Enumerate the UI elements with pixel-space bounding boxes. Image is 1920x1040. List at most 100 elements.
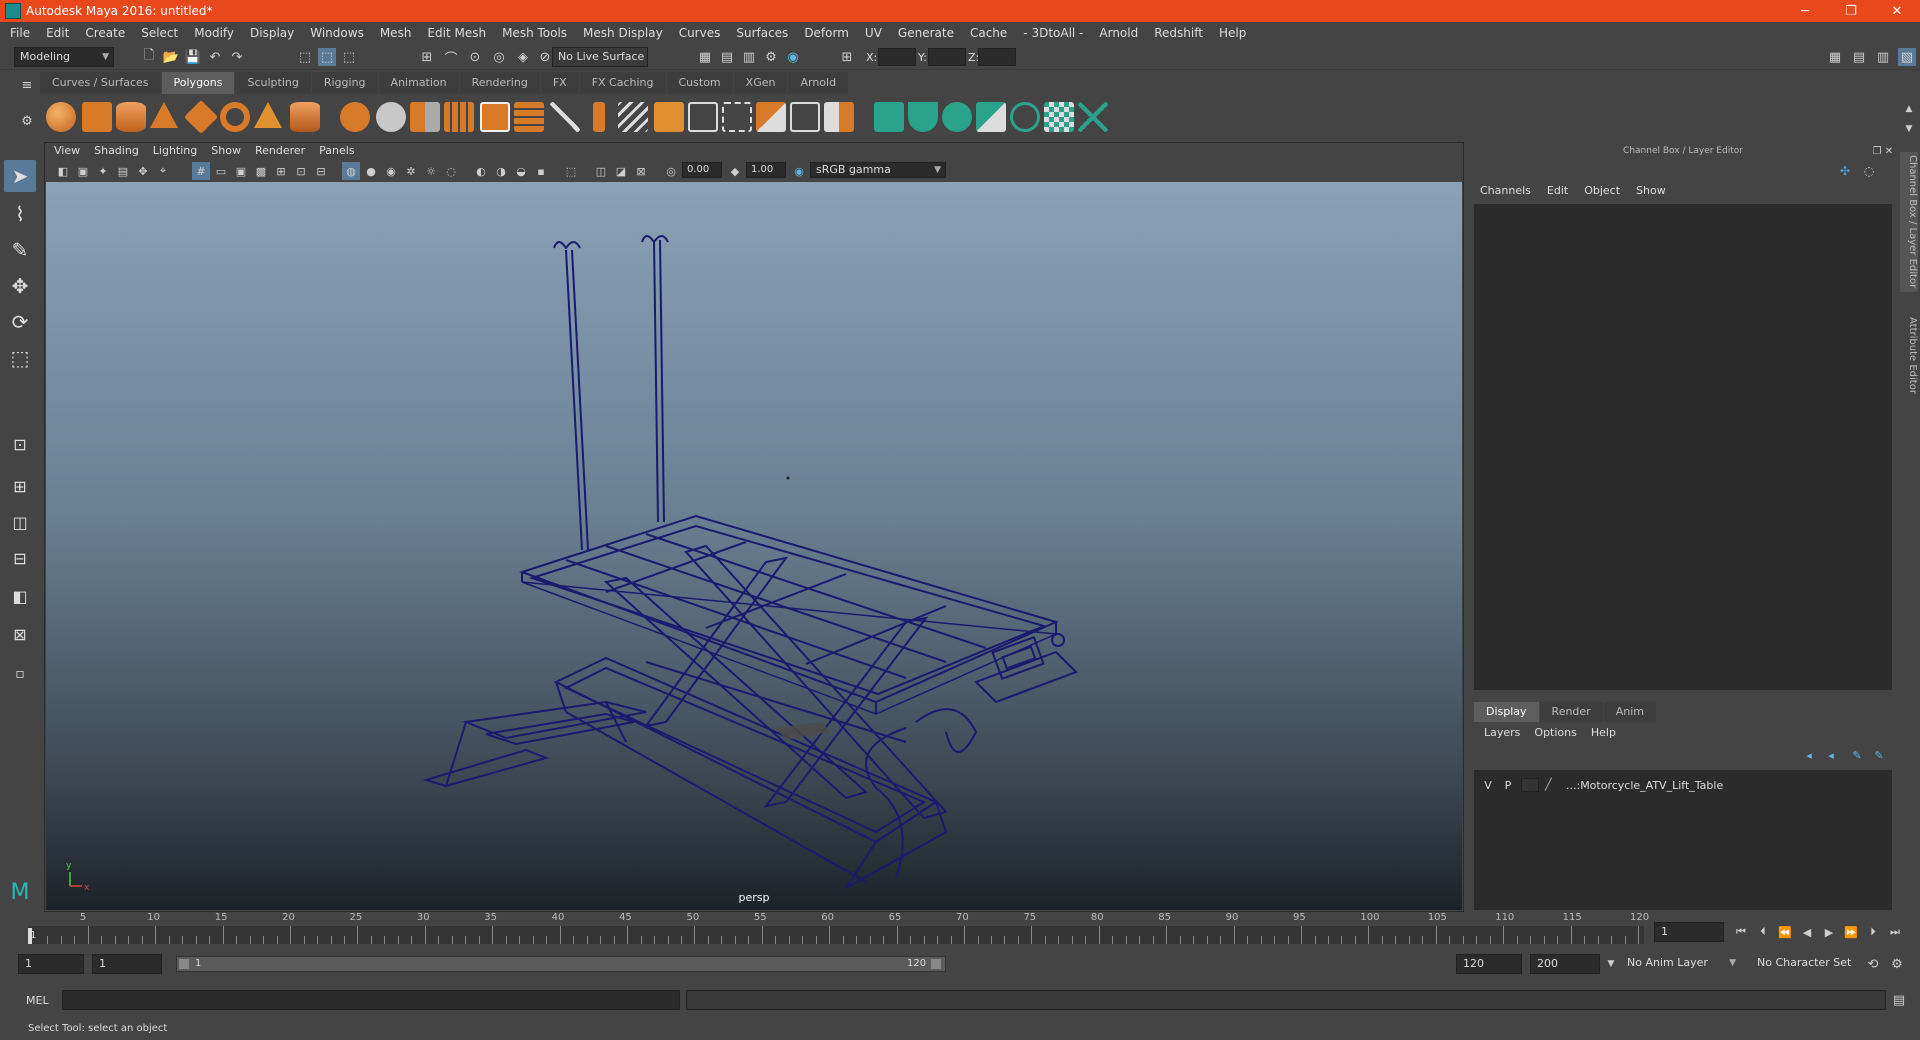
menu-edit-mesh[interactable]: Edit Mesh xyxy=(427,26,486,40)
menu-mesh-display[interactable]: Mesh Display xyxy=(583,26,663,40)
uv-cylindrical-icon[interactable] xyxy=(908,102,938,132)
resolution-gate-icon[interactable]: ▣ xyxy=(232,162,250,180)
grid-toggle-icon[interactable]: # xyxy=(192,162,210,180)
command-input[interactable] xyxy=(62,990,680,1010)
cb-menu-show[interactable]: Show xyxy=(1636,184,1666,197)
shelf-tab-rigging[interactable]: Rigging xyxy=(311,72,378,94)
range-slider[interactable]: 1 120 xyxy=(176,956,946,972)
side-tab-channel-box[interactable]: Channel Box / Layer Editor xyxy=(1900,152,1918,292)
field-chart-icon[interactable]: ⊞ xyxy=(272,162,290,180)
film-gate-icon[interactable]: ▭ xyxy=(212,162,230,180)
play-forwards-icon[interactable]: ▶ xyxy=(1820,923,1838,941)
render-region-icon[interactable]: ▦ xyxy=(696,48,714,66)
shelf-tab-xgen[interactable]: XGen xyxy=(733,72,788,94)
z-coord-field[interactable] xyxy=(978,48,1016,66)
range-options-chevron-icon[interactable]: ▼ xyxy=(1602,955,1620,973)
side-tab-attribute-editor[interactable]: Attribute Editor xyxy=(1900,310,1918,400)
xray-components-icon[interactable]: ⊠ xyxy=(632,162,650,180)
le-menu-help[interactable]: Help xyxy=(1591,726,1616,739)
cb-menu-edit[interactable]: Edit xyxy=(1547,184,1568,197)
shelf-menu-icon[interactable]: ≡ xyxy=(18,76,36,94)
layer-tab-render[interactable]: Render xyxy=(1539,702,1603,722)
vp-menu-view[interactable]: View xyxy=(54,144,80,162)
live-surface-field[interactable]: No Live Surface xyxy=(552,47,648,67)
redo-icon[interactable]: ↷ xyxy=(228,48,246,66)
shelf-tab-animation[interactable]: Animation xyxy=(378,72,459,94)
menu-generate[interactable]: Generate xyxy=(898,26,954,40)
image-plane-icon[interactable]: ▤ xyxy=(114,162,132,180)
toggle-channel-box-icon[interactable]: ▧ xyxy=(1898,48,1916,66)
mode-dropdown[interactable]: Modeling ▼ xyxy=(14,47,114,67)
new-scene-icon[interactable]: 🗋 xyxy=(140,48,158,66)
triangulate-icon[interactable] xyxy=(824,102,854,132)
minimize-button[interactable]: ─ xyxy=(1782,0,1828,22)
go-to-start-icon[interactable]: ⏮ xyxy=(1732,923,1750,941)
select-object-icon[interactable]: ⬚ xyxy=(318,48,336,66)
poly-pipe-icon[interactable] xyxy=(290,102,320,132)
snap-surface-icon[interactable]: ◈ xyxy=(514,48,532,66)
bookmark-icon[interactable]: ✦ xyxy=(94,162,112,180)
vp-menu-show[interactable]: Show xyxy=(211,144,241,162)
bridge-icon[interactable] xyxy=(514,102,544,132)
xray-icon[interactable]: ◫ xyxy=(592,162,610,180)
menu-arnold[interactable]: Arnold xyxy=(1099,26,1138,40)
playback-end-field[interactable]: 120 xyxy=(1456,954,1522,974)
uv-planar-icon[interactable] xyxy=(874,102,904,132)
playback-start-field[interactable]: 1 xyxy=(92,954,162,974)
shelf-tab-curves-surfaces[interactable]: Curves / Surfaces xyxy=(40,72,161,94)
auto-key-icon[interactable]: ⟲ xyxy=(1864,955,1882,973)
animation-start-field[interactable]: 1 xyxy=(18,954,84,974)
menu-mesh-tools[interactable]: Mesh Tools xyxy=(502,26,567,40)
script-editor-icon[interactable]: ▤ xyxy=(1890,991,1908,1009)
step-back-frame-icon[interactable]: ⏴ xyxy=(1754,923,1772,941)
animation-end-field[interactable]: 200 xyxy=(1530,954,1600,974)
range-start-handle[interactable] xyxy=(179,959,189,969)
shelf-tab-fx[interactable]: FX xyxy=(540,72,579,94)
mirror-icon[interactable] xyxy=(444,102,474,132)
isolate-select-icon[interactable]: ⬚ xyxy=(562,162,580,180)
motion-blur-icon[interactable]: ◑ xyxy=(492,162,510,180)
xform-mode-icon[interactable]: ⊞ xyxy=(838,48,856,66)
le-menu-layers[interactable]: Layers xyxy=(1484,726,1520,739)
append-polygon-icon[interactable] xyxy=(654,102,684,132)
poly-torus-icon[interactable] xyxy=(220,102,250,132)
exposure-field[interactable]: 0.00 xyxy=(682,162,722,178)
anim-layer-dropdown[interactable]: No Anim Layer ▼ xyxy=(1622,954,1740,974)
use-all-lights-icon[interactable]: ☼ xyxy=(422,162,440,180)
channel-box-area[interactable] xyxy=(1474,204,1892,690)
bevel-icon[interactable] xyxy=(480,102,510,132)
x-coord-field[interactable] xyxy=(878,48,916,66)
scale-tool-icon[interactable]: ⬚ xyxy=(4,342,36,374)
layer-color-swatch[interactable]: ╱ xyxy=(1545,778,1563,792)
shelf-tab-custom[interactable]: Custom xyxy=(666,72,733,94)
side-by-side-layout-icon[interactable]: ◫ xyxy=(4,506,36,538)
render-settings-icon[interactable]: ⚙ xyxy=(762,48,780,66)
safe-action-icon[interactable]: ⊡ xyxy=(292,162,310,180)
textured-icon[interactable]: ✲ xyxy=(402,162,420,180)
layer-display-type[interactable] xyxy=(1521,778,1539,792)
close-panel-icon[interactable]: ✕ xyxy=(1880,142,1898,160)
render-current-icon[interactable]: ▤ xyxy=(718,48,736,66)
shadows-icon[interactable]: ◌ xyxy=(442,162,460,180)
menu-redshift[interactable]: Redshift xyxy=(1154,26,1203,40)
target-weld-icon[interactable] xyxy=(618,102,648,132)
move-layer-up-icon[interactable]: ◂ xyxy=(1800,746,1818,764)
y-coord-field[interactable] xyxy=(928,48,966,66)
open-scene-icon[interactable]: 📂 xyxy=(162,48,180,66)
uv-unfold-icon[interactable] xyxy=(1010,102,1040,132)
ipr-render-icon[interactable]: ▥ xyxy=(740,48,758,66)
play-backwards-icon[interactable]: ◀ xyxy=(1798,923,1816,941)
step-forward-frame-icon[interactable]: ⏵ xyxy=(1864,923,1882,941)
cb-menu-channels[interactable]: Channels xyxy=(1480,184,1531,197)
four-pane-layout-icon[interactable]: ⊞ xyxy=(4,470,36,502)
command-language-label[interactable]: MEL xyxy=(26,994,49,1007)
toggle-tool-settings-icon[interactable]: ▥ xyxy=(1874,48,1892,66)
combine-icon[interactable] xyxy=(340,102,370,132)
shelf-scroll-down-icon[interactable]: ▼ xyxy=(1900,120,1918,138)
extrude-icon[interactable] xyxy=(593,102,605,132)
screen-space-ao-icon[interactable]: ◐ xyxy=(472,162,490,180)
menu-cache[interactable]: Cache xyxy=(970,26,1007,40)
channel-box-axes-icon[interactable]: ✣ xyxy=(1836,162,1854,180)
range-end-handle[interactable] xyxy=(931,959,941,969)
shelf-tab-polygons[interactable]: Polygons xyxy=(161,72,235,94)
